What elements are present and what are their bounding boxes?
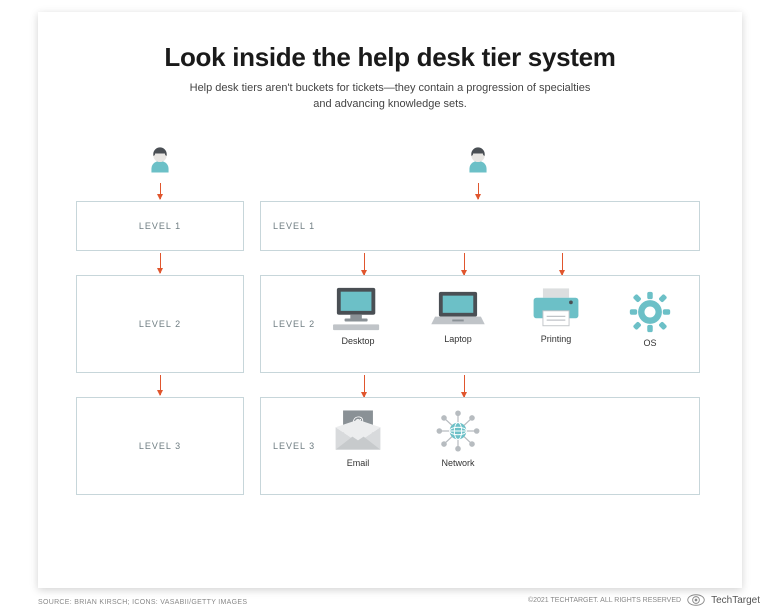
specialty-label: Desktop — [319, 336, 397, 346]
specialty-label: Laptop — [419, 334, 497, 344]
tier-label: LEVEL 3 — [139, 441, 181, 451]
arrow-down — [160, 253, 161, 273]
specialty-os: OS — [611, 290, 689, 348]
user-avatar-right — [456, 137, 500, 181]
copyright-text: ©2021 TECHTARGET. ALL RIGHTS RESERVED — [528, 597, 681, 604]
tier-label: LEVEL 1 — [139, 221, 181, 231]
arrow-down — [464, 253, 465, 275]
email-icon: @ — [330, 408, 386, 454]
specialty-laptop: Laptop — [419, 288, 497, 344]
laptop-icon — [429, 288, 487, 330]
specialty-email: @ Email — [319, 408, 397, 468]
source-credit: SOURCE: BRIAN KIRSCH; ICONS: VASABII/GET… — [38, 599, 247, 606]
arrow-down — [364, 375, 365, 397]
techtarget-logo-icon — [687, 594, 705, 606]
specialty-label: Email — [319, 458, 397, 468]
arrow-down — [364, 253, 365, 275]
specialty-printing: Printing — [517, 286, 595, 344]
specialty-label: Network — [419, 458, 497, 468]
network-icon — [430, 408, 486, 454]
left-level-2-box: LEVEL 2 — [76, 275, 244, 373]
arrow-down — [464, 375, 465, 397]
right-level-1-box: LEVEL 1 — [260, 201, 700, 251]
tier-label: LEVEL 1 — [273, 221, 315, 231]
specialty-desktop: Desktop — [319, 284, 397, 346]
diagram-area: LEVEL 1 LEVEL 2 LEVEL 3 LEVEL 1 LEVEL 2 — [76, 137, 704, 577]
user-avatar-left — [138, 137, 182, 181]
page-subtitle: Help desk tiers aren't buckets for ticke… — [76, 81, 704, 113]
gear-icon — [628, 290, 672, 334]
diagram-card: Look inside the help desk tier system He… — [38, 12, 742, 588]
brand-name: TechTarget — [711, 595, 760, 606]
specialty-label: Printing — [517, 334, 595, 344]
left-level-3-box: LEVEL 3 — [76, 397, 244, 495]
printer-icon — [528, 286, 584, 330]
right-level-2-box: LEVEL 2 Desktop — [260, 275, 700, 373]
arrow-down — [160, 183, 161, 199]
footer-brand: ©2021 TECHTARGET. ALL RIGHTS RESERVED Te… — [528, 594, 760, 606]
page-title: Look inside the help desk tier system — [76, 42, 704, 73]
arrow-down — [160, 375, 161, 395]
tier-label: LEVEL 2 — [273, 319, 315, 329]
arrow-down — [562, 253, 563, 275]
tier-label: LEVEL 3 — [273, 441, 315, 451]
desktop-icon — [329, 284, 387, 332]
specialty-network: Network — [419, 408, 497, 468]
tier-label: LEVEL 2 — [139, 319, 181, 329]
left-level-1-box: LEVEL 1 — [76, 201, 244, 251]
specialty-label: OS — [611, 338, 689, 348]
right-level-3-box: LEVEL 3 @ Email — [260, 397, 700, 495]
arrow-down — [478, 183, 479, 199]
